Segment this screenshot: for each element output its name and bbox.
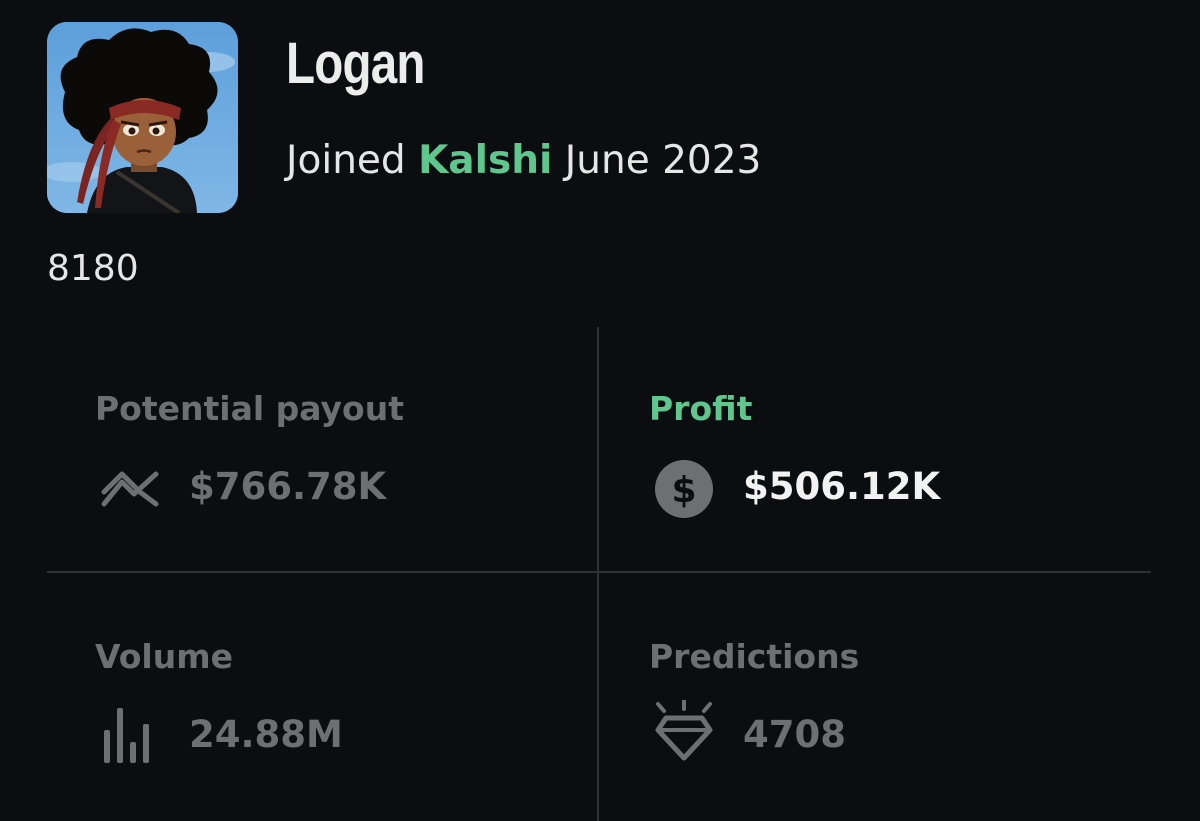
joined-prefix: Joined	[286, 138, 406, 183]
profit-value: $506.12K	[743, 465, 941, 508]
avatar[interactable]	[47, 22, 238, 213]
platform-name[interactable]: Kalshi	[418, 138, 552, 183]
join-info: Joined Kalshi June 2023	[286, 136, 761, 186]
volume-label: Volume	[95, 637, 233, 676]
grid-divider-vertical	[597, 327, 599, 821]
predictions-label: Predictions	[649, 637, 860, 676]
joined-date: June 2023	[564, 138, 762, 183]
profit-label: Profit	[649, 389, 753, 428]
potential-payout-label: Potential payout	[95, 389, 404, 428]
username: Logan	[286, 31, 425, 96]
bar-chart-icon	[104, 708, 149, 763]
dollar-coin-icon: $	[655, 460, 713, 518]
svg-text:$: $	[671, 470, 696, 511]
trend-arrow-icon	[101, 471, 159, 507]
profile-card: Logan Joined Kalshi June 2023 8180 Poten…	[0, 0, 1200, 821]
rank-value: 8180	[47, 248, 139, 289]
predictions-value: 4708	[743, 713, 846, 756]
potential-payout-value: $766.78K	[189, 465, 387, 508]
grid-divider-horizontal	[47, 571, 1151, 573]
diamond-icon	[655, 700, 713, 761]
cartoon-avatar-icon	[47, 22, 238, 213]
volume-value: 24.88M	[189, 713, 343, 756]
